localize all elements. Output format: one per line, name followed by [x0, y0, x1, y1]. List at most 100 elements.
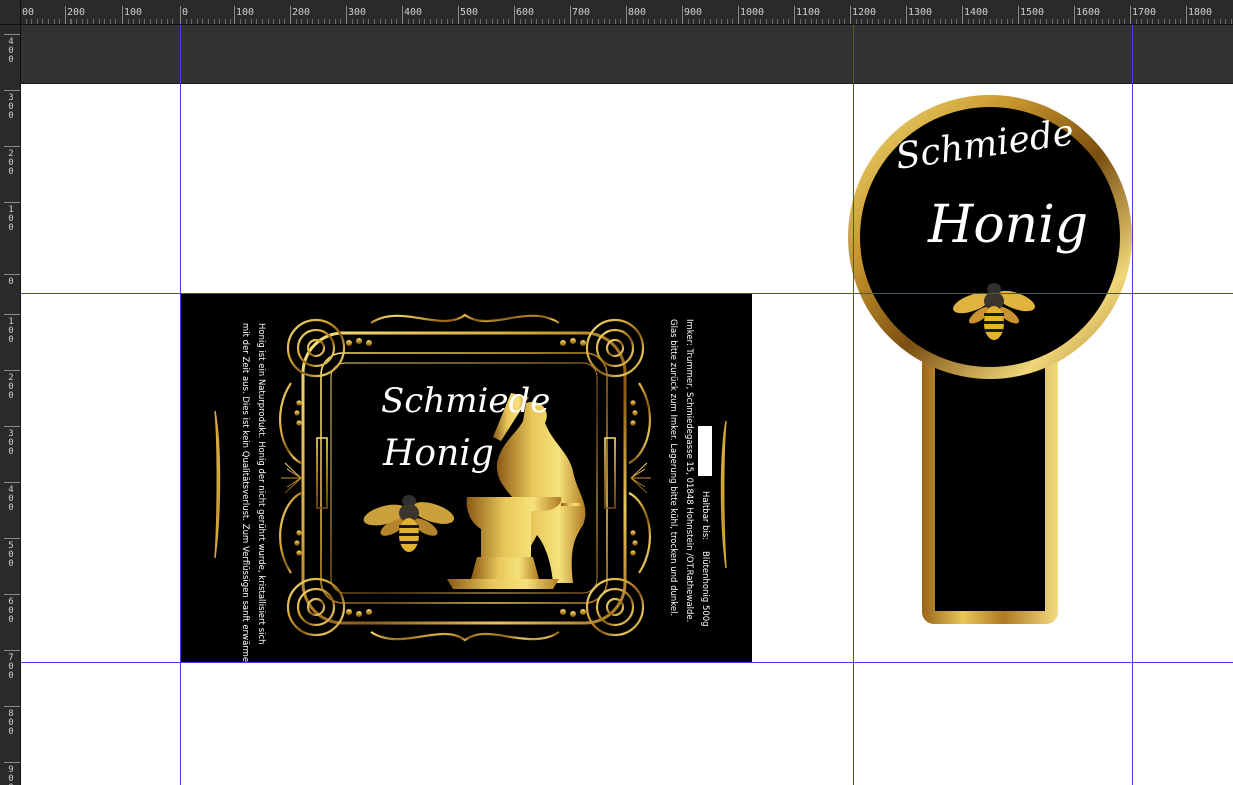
product-weight: Blütenhonig 500g: [700, 551, 710, 627]
ruler-minor-tick: [1029, 19, 1031, 24]
front-label-artboard[interactable]: Schmiede Honig Honig ist ein Naturproduk…: [181, 293, 752, 662]
ruler-minor-tick: [710, 19, 711, 24]
ruler-minor-tick: [939, 19, 941, 24]
ruler-minor-tick: [1096, 19, 1098, 24]
ruler-label: 100: [8, 205, 14, 233]
ruler-minor-tick: [1158, 19, 1159, 24]
ruler-minor-tick: [351, 19, 353, 24]
ruler-minor-tick: [306, 19, 308, 24]
ruler-minor-tick: [894, 19, 896, 24]
ruler-major-tick: [1186, 6, 1187, 24]
guide-horizontal-1[interactable]: [21, 293, 1233, 294]
ruler-major-tick: [234, 6, 235, 24]
ruler-minor-tick: [219, 19, 221, 24]
ruler-minor-tick: [1040, 19, 1042, 24]
ruler-label: 200: [8, 149, 14, 177]
ruler-minor-tick: [553, 19, 555, 24]
ruler-minor-tick: [185, 19, 187, 24]
ruler-major-tick: [65, 6, 66, 24]
ruler-label: 200: [67, 7, 86, 18]
ruler-minor-tick: [928, 19, 930, 24]
brand-name-honig: Honig: [383, 433, 494, 474]
horizontal-ruler[interactable]: 00 200 100 0 100 200 300 400 500 600 700 800 900 1000…: [0, 0, 1233, 25]
ruler-label: 1700: [1132, 7, 1157, 18]
ruler-minor-tick: [861, 19, 863, 24]
ruler-minor-tick: [1219, 19, 1221, 24]
ruler-label: 1300: [908, 7, 933, 18]
ruler-label: 400: [8, 37, 14, 65]
ruler-minor-tick: [224, 19, 226, 24]
ruler-minor-tick: [413, 19, 415, 24]
ruler-minor-tick: [973, 19, 975, 24]
ruler-minor-tick: [213, 19, 215, 24]
ruler-major-tick: [4, 370, 20, 371]
ruler-major-tick: [4, 594, 20, 595]
ruler-minor-tick: [25, 19, 27, 24]
ruler-minor-tick: [766, 19, 767, 24]
ruler-minor-tick: [631, 19, 633, 24]
guide-horizontal-2[interactable]: [21, 662, 1233, 663]
ruler-minor-tick: [59, 19, 61, 24]
expiry-date-field[interactable]: [698, 426, 712, 476]
ruler-minor-tick: [642, 19, 644, 24]
ruler-label: 300: [8, 429, 14, 457]
ruler-minor-tick: [1057, 19, 1059, 24]
ruler-label: 1100: [796, 7, 821, 18]
ruler-minor-tick: [782, 19, 784, 24]
guide-vertical-2[interactable]: [853, 25, 854, 785]
ruler-minor-tick: [1079, 19, 1081, 24]
ruler-label: 500: [8, 541, 14, 569]
ruler-minor-tick: [469, 19, 471, 24]
ruler-major-tick: [4, 762, 20, 763]
guide-vertical-3[interactable]: [1132, 25, 1133, 785]
ruler-minor-tick: [76, 19, 78, 24]
ruler-label: 1500: [1020, 7, 1045, 18]
ruler-minor-tick: [872, 19, 874, 24]
ruler-minor-tick: [558, 19, 560, 24]
ruler-label: 400: [8, 485, 14, 513]
ruler-minor-tick: [665, 19, 667, 24]
ruler-minor-tick: [547, 19, 549, 24]
ruler-minor-tick: [323, 19, 325, 24]
ruler-major-tick: [180, 6, 181, 24]
ruler-minor-tick: [374, 19, 375, 24]
ruler-corner[interactable]: [0, 0, 21, 25]
ruler-minor-tick: [598, 19, 599, 24]
ruler-minor-tick: [978, 19, 980, 24]
ruler-major-tick: [514, 6, 515, 24]
ruler-minor-tick: [670, 19, 672, 24]
ruler-minor-tick: [230, 19, 232, 24]
ruler-minor-tick: [530, 19, 532, 24]
ruler-minor-tick: [48, 19, 49, 24]
brand-name-schmiede: Schmiede: [381, 381, 551, 421]
ruler-major-tick: [1074, 6, 1075, 24]
ruler-major-tick: [4, 538, 20, 539]
ruler-minor-tick: [1085, 19, 1087, 24]
guide-vertical-1[interactable]: [180, 25, 181, 785]
ruler-major-tick: [4, 90, 20, 91]
lid-label-artwork[interactable]: Schmiede Honig: [846, 95, 1134, 631]
ruler-minor-tick: [396, 19, 398, 24]
ruler-minor-tick: [659, 19, 661, 24]
ruler-label: 1000: [740, 7, 765, 18]
ruler-minor-tick: [1023, 19, 1025, 24]
ruler-minor-tick: [1051, 19, 1053, 24]
vertical-ruler[interactable]: 400 300 200 100 0 100 200 300 400 500 600 700 800 900: [0, 24, 21, 785]
ruler-minor-tick: [827, 19, 829, 24]
ruler-minor-tick: [138, 19, 140, 24]
ruler-minor-tick: [967, 19, 969, 24]
ruler-minor-tick: [833, 19, 835, 24]
ruler-label: 1200: [852, 7, 877, 18]
ruler-label: 200: [8, 373, 14, 401]
ruler-label: 1800: [1188, 7, 1213, 18]
ruler-label: 900: [684, 7, 703, 18]
ruler-minor-tick: [150, 19, 151, 24]
ruler-minor-tick: [390, 19, 392, 24]
ruler-minor-tick: [1214, 19, 1215, 24]
ruler-minor-tick: [1169, 19, 1171, 24]
ruler-label: 300: [8, 93, 14, 121]
ruler-minor-tick: [480, 19, 482, 24]
ruler-minor-tick: [312, 19, 314, 24]
ruler-label: 100: [8, 317, 14, 345]
ruler-minor-tick: [1012, 19, 1014, 24]
